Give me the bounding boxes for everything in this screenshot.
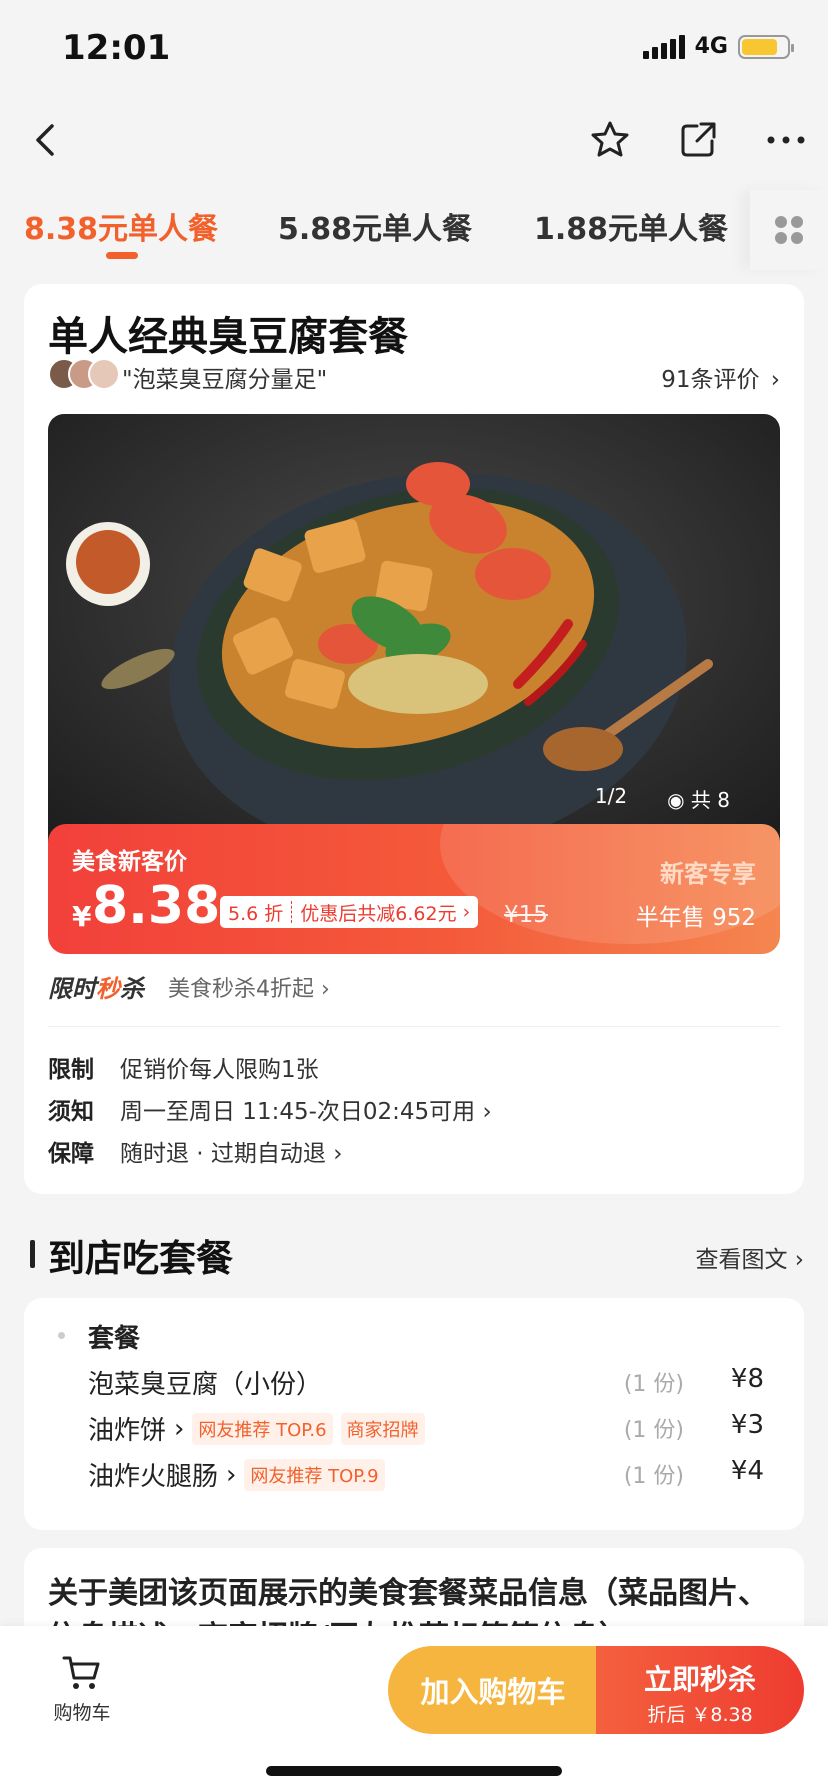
review-count-link[interactable]: 91条评价 › [661, 360, 780, 394]
buy-now-subprice: 折后 ￥8.38 [647, 1704, 753, 1726]
item-tag: 网友推荐 TOP.6 [192, 1412, 333, 1445]
promo-banner: 美食新客价 ¥ 8.38 5.6 折 优惠后共减6.62元 › ¥15 新客专享… [48, 824, 780, 954]
view-details-link[interactable]: 查看图文 › [695, 1240, 804, 1274]
promo-label: 美食新客价 [72, 849, 187, 875]
item-qty: (1 份) [623, 1372, 684, 1397]
item-price: ¥4 [730, 1456, 764, 1486]
tab-588[interactable]: 5.88元单人餐 [278, 204, 472, 248]
discount-badge[interactable]: 5.6 折 优惠后共减6.62元 › [220, 896, 479, 928]
nav-bar [0, 100, 828, 180]
divider [48, 1026, 780, 1027]
buy-now-button[interactable]: 立即秒杀 折后 ￥8.38 [596, 1646, 804, 1734]
reviewer-avatars [48, 358, 120, 390]
new-customer-label: 新客专享 [660, 860, 756, 888]
tab-838[interactable]: 8.38元单人餐 [24, 204, 218, 248]
info-limit: 限制 促销价每人限购1张 [48, 1057, 319, 1083]
item-price: ¥8 [730, 1364, 764, 1394]
bottom-action-bar: 购物车 加入购物车 立即秒杀 折后 ￥8.38 [0, 1626, 828, 1792]
grid-icon[interactable] [750, 190, 828, 270]
package-item[interactable]: 油炸火腿肠 › 网友推荐 TOP.9 (1 份) ¥4 [88, 1454, 788, 1494]
signal-icon [642, 34, 685, 59]
review-quote: "泡菜臭豆腐分量足" [122, 367, 328, 393]
bullet-dot [58, 1332, 65, 1339]
item-name: 油炸火腿肠 [88, 1462, 219, 1492]
info-guarantee[interactable]: 保障 随时退 · 过期自动退 › [48, 1134, 342, 1168]
status-time: 12:01 [62, 28, 171, 68]
cart-icon [62, 1656, 100, 1689]
item-qty: (1 份) [623, 1464, 684, 1489]
tab-188[interactable]: 1.88元单人餐 [534, 204, 728, 248]
chevron-right-icon: › [321, 977, 330, 1002]
item-name: 油炸饼 [88, 1416, 167, 1446]
cart-button[interactable]: 购物车 [32, 1652, 132, 1725]
review-count: 91条评价 [661, 367, 760, 393]
item-name: 泡菜臭豆腐（小份） [88, 1370, 323, 1400]
chevron-right-icon: › [174, 1413, 185, 1444]
network-label: 4G [694, 34, 728, 59]
section-marker [30, 1240, 35, 1268]
flash-sale-logo: 限时秒杀 [48, 975, 144, 1003]
promo-price: 8.38 [92, 876, 221, 936]
original-price: ¥15 [504, 902, 548, 928]
camera-icon: ◉ [667, 788, 691, 812]
photo-index: 1/2 [594, 784, 628, 808]
chevron-right-icon: › [226, 1459, 237, 1490]
photo-total-wrap: ◉ 共 8 [667, 784, 730, 813]
info-notice[interactable]: 须知 周一至周日 11:45-次日02:45可用 › [48, 1092, 492, 1126]
product-photo[interactable]: 1/2 ◉ 共 8 [48, 414, 780, 874]
photo-counter: 1/2 ◉ 共 8 [595, 784, 730, 813]
more-icon[interactable] [760, 114, 812, 166]
package-item[interactable]: 油炸饼 › 网友推荐 TOP.6 商家招牌 (1 份) ¥3 [88, 1408, 788, 1448]
flash-sale-text: 美食秒杀4折起 › [168, 977, 330, 1002]
photo-total: 共 8 [690, 788, 730, 812]
home-indicator [266, 1766, 562, 1776]
package-tabs: 8.38元单人餐 5.88元单人餐 1.88元单人餐 [0, 190, 828, 270]
chevron-right-icon: › [333, 1141, 343, 1167]
share-icon[interactable] [672, 114, 724, 166]
section-header: 到店吃套餐 查看图文 › [30, 1228, 804, 1280]
chevron-right-icon: › [770, 367, 780, 393]
favorite-star-icon[interactable] [584, 114, 636, 166]
sold-count: 半年售 952 [635, 905, 756, 931]
back-icon[interactable] [20, 114, 72, 166]
status-icons: 4G [642, 34, 794, 59]
chevron-right-icon: › [794, 1247, 804, 1273]
item-qty: (1 份) [623, 1418, 684, 1443]
chevron-right-icon: › [482, 1099, 492, 1125]
review-row[interactable]: "泡菜臭豆腐分量足" 91条评价 › [48, 356, 780, 396]
package-card: 套餐 泡菜臭豆腐（小份） (1 份) ¥8 油炸饼 › 网友推荐 TOP.6 商… [24, 1298, 804, 1530]
buy-now-label: 立即秒杀 [643, 1663, 756, 1696]
battery-icon [738, 34, 794, 59]
item-tag: 网友推荐 TOP.9 [244, 1458, 385, 1491]
package-title: 套餐 [88, 1324, 141, 1354]
item-price: ¥3 [730, 1410, 764, 1440]
tab-active-indicator [106, 252, 138, 259]
avatar [88, 358, 120, 390]
price-currency: ¥ [72, 900, 92, 933]
flash-sale-row[interactable]: 限时秒杀 美食秒杀4折起 › [48, 969, 780, 1009]
item-tag: 商家招牌 [340, 1412, 425, 1445]
status-bar: 12:01 4G [0, 0, 828, 100]
section-title: 到店吃套餐 [48, 1237, 233, 1280]
product-card: 单人经典臭豆腐套餐 "泡菜臭豆腐分量足" 91条评价 › 1/2 ◉ 共 8 美… [24, 284, 804, 1194]
cart-label: 购物车 [53, 1702, 111, 1724]
add-to-cart-button[interactable]: 加入购物车 [388, 1646, 598, 1734]
chevron-right-icon: › [462, 901, 471, 923]
product-title: 单人经典臭豆腐套餐 [48, 314, 408, 360]
package-item: 泡菜臭豆腐（小份） (1 份) ¥8 [88, 1362, 788, 1402]
discount-saving: 优惠后共减6.62元 [300, 902, 457, 925]
discount-rate: 5.6 折 [228, 902, 284, 925]
